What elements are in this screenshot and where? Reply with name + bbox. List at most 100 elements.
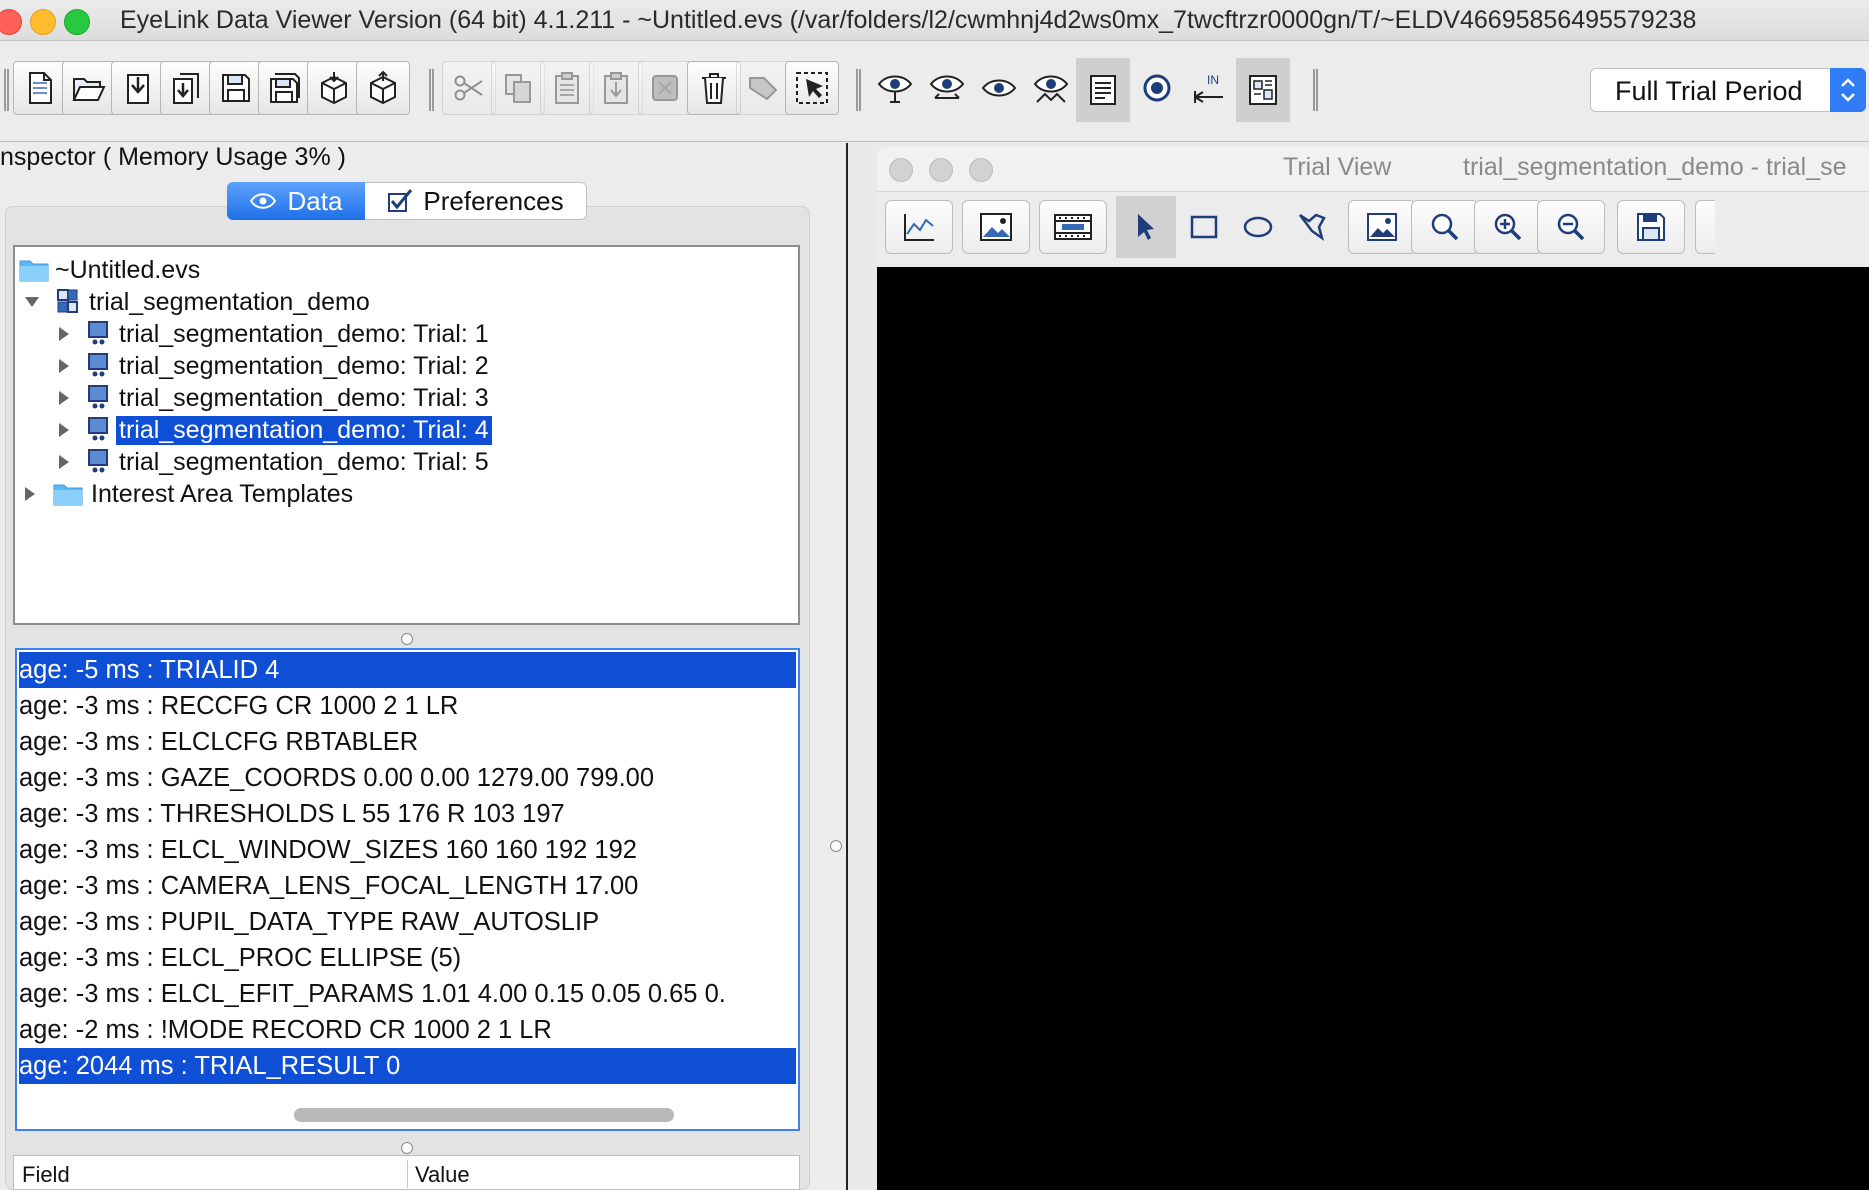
save-button[interactable] bbox=[209, 61, 263, 115]
export-button[interactable] bbox=[160, 61, 214, 115]
zoom-out-icon bbox=[1557, 213, 1585, 241]
trial-icon bbox=[88, 385, 108, 409]
list-item[interactable]: age: -5 ms : TRIALID 4 bbox=[19, 652, 796, 688]
list-item[interactable]: age: -3 ms : CAMERA_LENS_FOCAL_LENGTH 17… bbox=[19, 868, 796, 904]
trial-view-toolbar bbox=[877, 192, 1869, 266]
list-item[interactable]: age: -3 ms : ELCL_PROC ELLIPSE (5) bbox=[19, 940, 796, 976]
list-item[interactable]: age: -3 ms : ELCLCFG RBTABLER bbox=[19, 724, 796, 760]
view-messages-button[interactable] bbox=[1076, 58, 1130, 122]
picture-icon bbox=[1367, 213, 1397, 241]
freehand-icon bbox=[1299, 213, 1326, 242]
pointer-tool-button[interactable] bbox=[1116, 196, 1176, 258]
line-graph-icon bbox=[904, 214, 934, 241]
open-file-button[interactable] bbox=[62, 61, 116, 115]
column-header-value[interactable]: Value bbox=[415, 1162, 470, 1188]
list-item[interactable]: age: -3 ms : GAZE_COORDS 0.00 0.00 1279.… bbox=[19, 760, 796, 796]
tab-data[interactable]: Data bbox=[227, 182, 365, 220]
trial-view-canvas[interactable] bbox=[877, 267, 1869, 1190]
freehand-tool-button[interactable] bbox=[1285, 200, 1339, 254]
split-handle[interactable] bbox=[401, 633, 413, 645]
layout-button[interactable] bbox=[1236, 58, 1290, 122]
tree-trial-2[interactable]: trial_segmentation_demo: Trial: 2 bbox=[57, 349, 489, 383]
list-item[interactable]: age: -3 ms : THRESHOLDS L 55 176 R 103 1… bbox=[19, 796, 796, 832]
toolbar-separator bbox=[429, 69, 434, 111]
trial-period-select[interactable]: Full Trial Period bbox=[1590, 68, 1866, 112]
package-button[interactable] bbox=[307, 61, 361, 115]
save-all-button[interactable] bbox=[258, 61, 312, 115]
trial-view-title-bar: Trial View trial_segmentation_demo - tri… bbox=[877, 147, 1869, 192]
tag-button[interactable] bbox=[736, 61, 790, 115]
inspector-title: nspector ( Memory Usage 3% ) bbox=[0, 143, 346, 171]
tree-trial-5[interactable]: trial_segmentation_demo: Trial: 5 bbox=[57, 445, 489, 479]
trial-icon bbox=[88, 321, 108, 345]
view-samples-button[interactable] bbox=[1024, 61, 1078, 115]
list-item[interactable]: age: -2 ms : !MODE RECORD CR 1000 2 1 LR bbox=[19, 1012, 796, 1048]
eye-icon bbox=[249, 193, 276, 209]
view-targets-button[interactable] bbox=[1130, 61, 1184, 115]
zoom-window-button[interactable] bbox=[64, 9, 90, 35]
triangle-right-icon bbox=[59, 391, 69, 405]
tree-templates[interactable]: Interest Area Templates bbox=[23, 477, 353, 511]
view-blinks-button[interactable] bbox=[972, 61, 1026, 115]
save-all-icon bbox=[270, 73, 300, 103]
list-item[interactable]: age: -3 ms : RECCFG CR 1000 2 1 LR bbox=[19, 688, 796, 724]
interest-period-button[interactable]: IN bbox=[1182, 61, 1236, 115]
folder-icon bbox=[53, 484, 83, 506]
list-item[interactable]: age: -3 ms : ELCL_EFIT_PARAMS 1.01 4.00 … bbox=[19, 976, 796, 1012]
list-item[interactable]: age: -3 ms : PUPIL_DATA_TYPE RAW_AUTOSLI… bbox=[19, 904, 796, 940]
paste-button[interactable] bbox=[540, 61, 594, 115]
unpackage-button[interactable] bbox=[356, 61, 410, 115]
copy-button[interactable] bbox=[491, 61, 545, 115]
delete-icon bbox=[702, 73, 726, 104]
save-view-button[interactable] bbox=[1617, 200, 1685, 254]
column-header-field[interactable]: Field bbox=[22, 1162, 70, 1188]
tree-trial-3[interactable]: trial_segmentation_demo: Trial: 3 bbox=[57, 381, 489, 415]
list-item[interactable]: age: -3 ms : ELCL_WINDOW_SIZES 160 160 1… bbox=[19, 832, 796, 868]
zoom-out-button[interactable] bbox=[1537, 200, 1605, 254]
minimize-window-button[interactable] bbox=[30, 9, 56, 35]
tab-preferences[interactable]: Preferences bbox=[365, 182, 587, 220]
minimize-window-button[interactable] bbox=[929, 158, 953, 182]
zoom-in-button[interactable] bbox=[1474, 200, 1542, 254]
disabled-tool-button[interactable] bbox=[638, 61, 692, 115]
triangle-right-icon bbox=[59, 423, 69, 437]
triangle-down-icon bbox=[25, 297, 39, 307]
interest-period-icon: IN bbox=[1194, 73, 1223, 103]
paste-special-button[interactable] bbox=[589, 61, 643, 115]
horizontal-scrollbar[interactable] bbox=[294, 1108, 674, 1122]
close-window-button[interactable] bbox=[889, 158, 913, 182]
split-handle[interactable] bbox=[830, 840, 842, 852]
view-saccades-button[interactable] bbox=[920, 61, 974, 115]
delete-button[interactable] bbox=[687, 61, 741, 115]
ellipse-icon bbox=[1243, 216, 1273, 238]
search-button[interactable] bbox=[1411, 200, 1479, 254]
ellipse-tool-button[interactable] bbox=[1231, 200, 1285, 254]
select-region-button[interactable] bbox=[785, 61, 839, 115]
tree-trial-1[interactable]: trial_segmentation_demo: Trial: 1 bbox=[57, 317, 489, 351]
tree-trial-label: trial_segmentation_demo: Trial: 5 bbox=[119, 447, 489, 476]
list-item[interactable]: age: 2044 ms : TRIAL_RESULT 0 bbox=[19, 1048, 796, 1084]
tree-trial-4[interactable]: trial_segmentation_demo: Trial: 4 bbox=[57, 413, 492, 447]
temporal-graph-button[interactable] bbox=[885, 200, 953, 254]
tree-session[interactable]: trial_segmentation_demo bbox=[23, 285, 370, 319]
zoom-window-button[interactable] bbox=[969, 158, 993, 182]
new-file-button[interactable] bbox=[13, 61, 67, 115]
split-handle[interactable] bbox=[401, 1142, 413, 1154]
more-tools-button[interactable] bbox=[1695, 200, 1715, 254]
view-fixations-button[interactable] bbox=[868, 61, 922, 115]
spatial-overlay-button[interactable] bbox=[962, 200, 1030, 254]
trial-view-subtitle: trial_segmentation_demo - trial_se bbox=[1463, 153, 1847, 181]
paste-icon bbox=[555, 72, 579, 104]
folder-icon bbox=[19, 260, 49, 282]
image-icon bbox=[980, 213, 1012, 241]
import-button[interactable] bbox=[111, 61, 165, 115]
cut-button[interactable] bbox=[442, 61, 496, 115]
search-icon bbox=[1431, 213, 1459, 241]
close-window-button[interactable] bbox=[0, 9, 22, 35]
triangle-right-icon bbox=[59, 455, 69, 469]
trial-icon bbox=[88, 353, 108, 377]
background-image-button[interactable] bbox=[1348, 200, 1416, 254]
rectangle-tool-button[interactable] bbox=[1177, 200, 1231, 254]
tree-root[interactable]: ~Untitled.evs bbox=[19, 253, 200, 287]
animation-button[interactable] bbox=[1039, 200, 1107, 254]
